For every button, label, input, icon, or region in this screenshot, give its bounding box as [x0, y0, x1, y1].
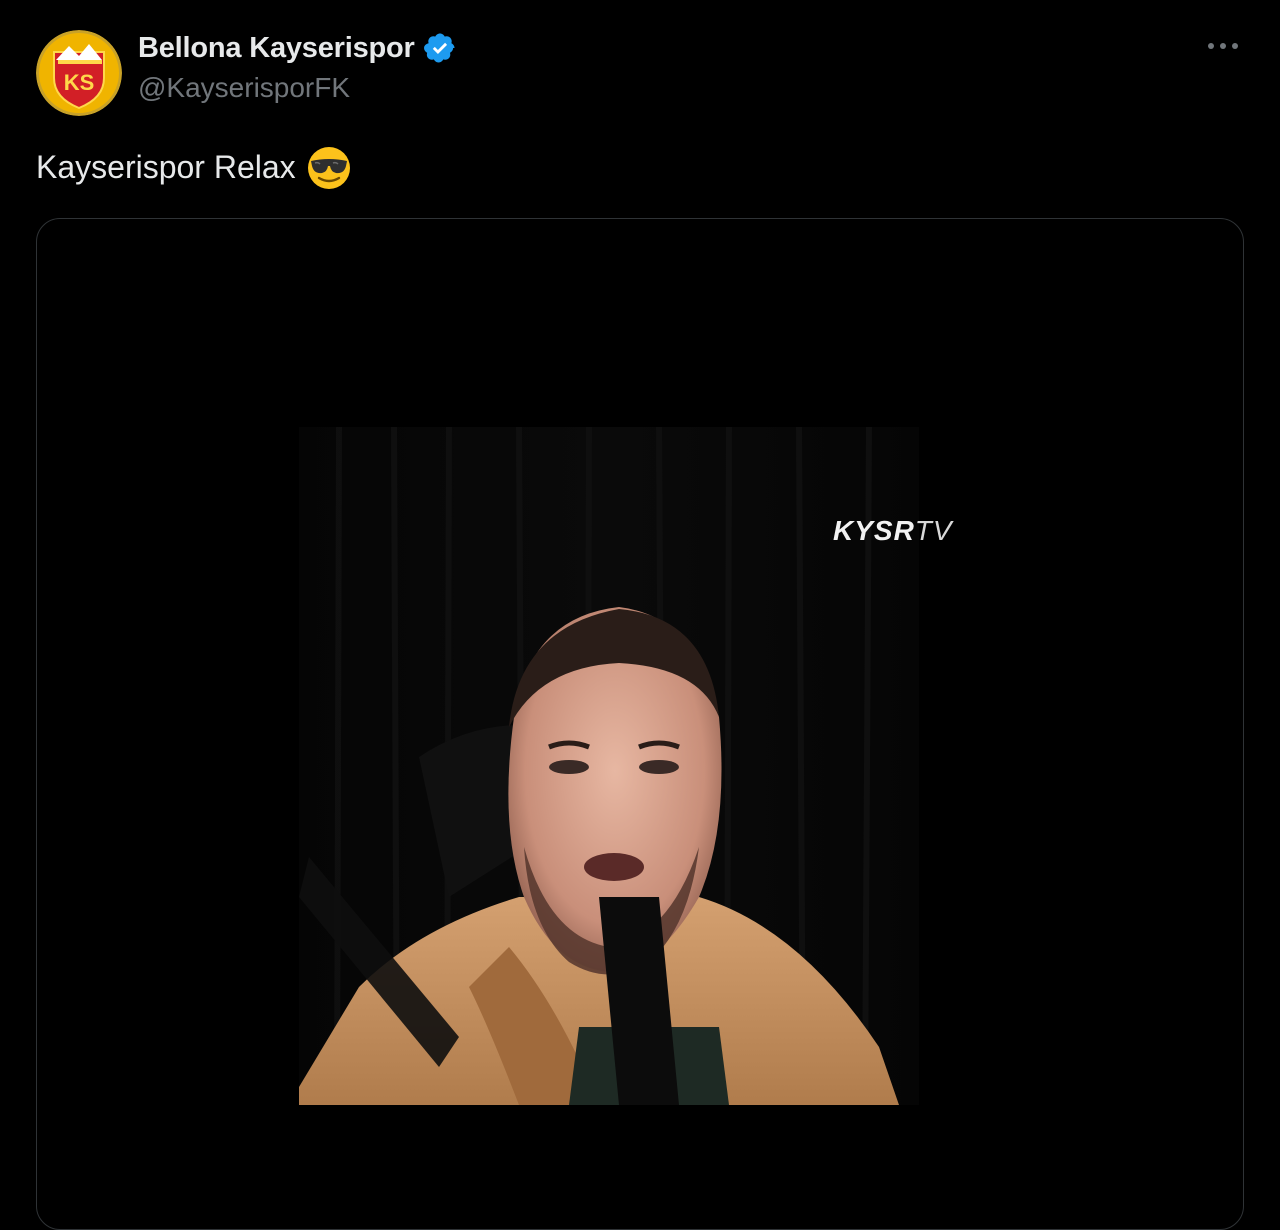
- display-name[interactable]: Bellona Kayserispor: [138, 32, 415, 65]
- avatar-text: KS: [64, 70, 95, 95]
- video-frame[interactable]: [299, 427, 919, 1105]
- tweet-text-content: Kayserispor Relax: [36, 148, 296, 185]
- more-options-button[interactable]: [1198, 28, 1248, 64]
- kysr-tv-watermark: KYSRTV: [833, 515, 953, 547]
- video-media-card[interactable]: KYSRTV: [36, 218, 1244, 1230]
- more-options-icon: [1208, 43, 1238, 49]
- author-row: Bellona Kayserispor: [138, 28, 457, 68]
- author-handle[interactable]: @KayserisporFK: [138, 72, 350, 104]
- avatar[interactable]: KS: [36, 30, 122, 116]
- tweet: KS Bellona Kayserispor @KayserisporFK Ka…: [0, 0, 1280, 1230]
- video-thumbnail: [299, 427, 919, 1105]
- sunglasses-emoji-icon: [306, 144, 352, 190]
- kayserispor-crest-logo: KS: [36, 30, 122, 116]
- watermark-bold-text: KYSR: [833, 515, 915, 546]
- watermark-light-text: TV: [914, 515, 953, 546]
- verified-badge-icon[interactable]: [423, 31, 457, 65]
- tweet-text: Kayserispor Relax: [36, 144, 352, 190]
